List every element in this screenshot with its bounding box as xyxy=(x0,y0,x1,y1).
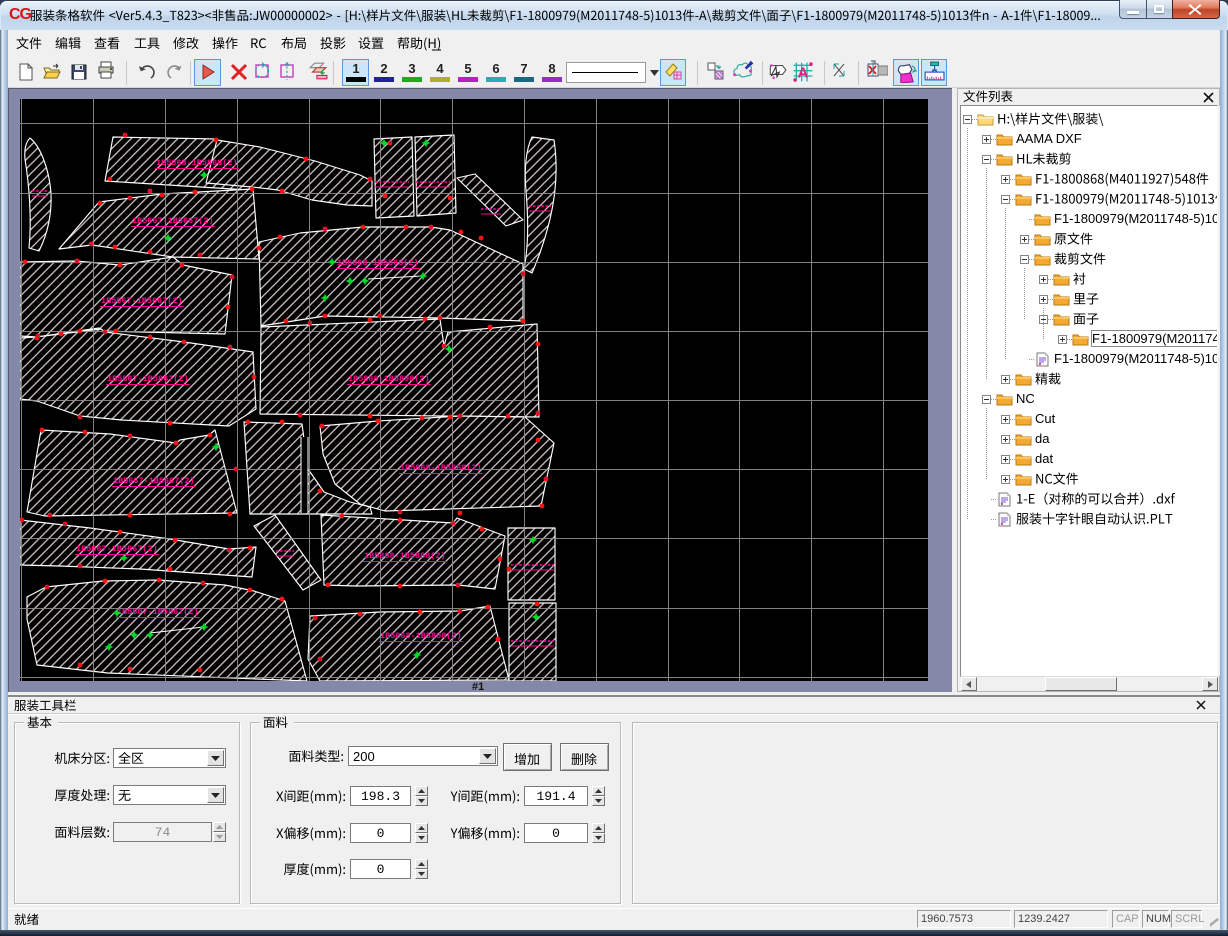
svg-text:1B5868-1B5898(2): 1B5868-1B5898(2) xyxy=(348,374,430,384)
svg-text:A: A xyxy=(798,65,809,81)
svg-text:1B5868-1B5808(2): 1B5868-1B5808(2) xyxy=(380,631,462,641)
svg-text:1B5868-1B5868(2): 1B5868-1B5868(2) xyxy=(337,258,419,268)
svg-text:1B5667-1B5667(2): 1B5667-1B5667(2) xyxy=(76,544,158,554)
svg-text:1B5868-1B5868(2): 1B5868-1B5868(2) xyxy=(400,463,482,473)
svg-text:1B5667-1B5667(2): 1B5667-1B5667(2) xyxy=(132,216,214,226)
svg-text:1B5868-1B5868(2): 1B5868-1B5868(2) xyxy=(156,158,238,168)
svg-text:1B5667-1B5867(2): 1B5667-1B5867(2) xyxy=(107,374,189,384)
svg-text:1B5868-1B5888(2): 1B5868-1B5888(2) xyxy=(364,551,446,561)
svg-text:1B5667-1B5667(2): 1B5667-1B5667(2) xyxy=(101,296,183,306)
svg-text:1B5807-1B5867(2): 1B5807-1B5867(2) xyxy=(117,607,199,617)
svg-text:1B5667-1B5667(2): 1B5667-1B5667(2) xyxy=(113,476,195,486)
